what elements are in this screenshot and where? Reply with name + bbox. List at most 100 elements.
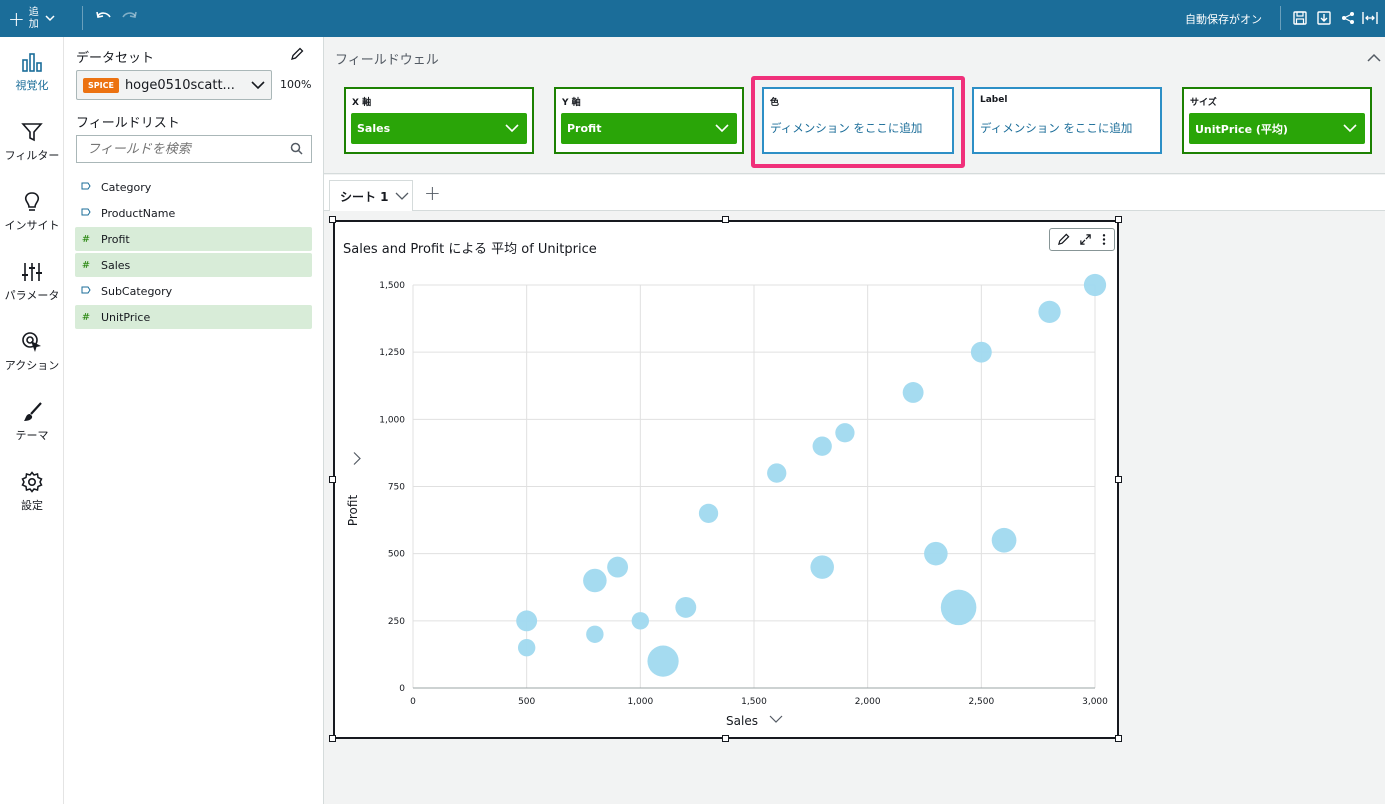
resize-handle[interactable] <box>722 735 729 742</box>
x-axis-well[interactable]: X 軸 Sales <box>344 87 534 154</box>
well-field-pill[interactable]: UnitPrice (平均) <box>1189 113 1365 144</box>
field-item-unitprice[interactable]: # UnitPrice <box>75 305 312 329</box>
y-axis-chevron-icon <box>353 452 361 465</box>
size-well[interactable]: サイズ UnitPrice (平均) <box>1182 87 1372 154</box>
y-tick-label: 1,500 <box>379 281 405 291</box>
label-well[interactable]: Label ディメンション をここに追加 <box>972 87 1162 154</box>
dimension-icon <box>81 286 91 297</box>
share-icon[interactable] <box>1339 9 1357 27</box>
resize-handle[interactable] <box>1115 476 1122 483</box>
toolbar-divider <box>1280 6 1281 30</box>
dataset-select[interactable]: SPICE hoge0510scatt... <box>76 70 272 100</box>
resize-handle[interactable] <box>329 216 336 223</box>
x-tick-label: 1,500 <box>741 697 767 707</box>
y-axis-title: Profit <box>346 495 360 527</box>
redo-icon[interactable] <box>121 10 137 28</box>
field-wells-title: フィールドウェル <box>335 53 439 68</box>
add-button[interactable]: + 追加 <box>8 4 55 34</box>
scatter-point <box>1083 273 1107 297</box>
scatter-point <box>810 555 834 579</box>
x-axis-title: Sales <box>726 714 758 728</box>
x-tick-label: 500 <box>518 697 535 707</box>
y-tick-label: 250 <box>388 617 405 627</box>
rail-item-parameters[interactable]: パラメータ <box>0 261 64 303</box>
rail-item-themes[interactable]: テーマ <box>0 401 64 443</box>
x-tick-label: 3,000 <box>1082 697 1108 707</box>
visualize-icon <box>22 53 42 72</box>
y-tick-label: 500 <box>388 550 405 560</box>
resize-handle[interactable] <box>1115 216 1122 223</box>
measure-hash-icon: # <box>81 311 91 323</box>
undo-icon[interactable] <box>96 10 112 28</box>
pencil-icon[interactable] <box>290 47 304 61</box>
field-item-sales[interactable]: # Sales <box>75 253 312 277</box>
rail-label: テーマ <box>15 429 49 442</box>
sliders-icon <box>22 263 42 281</box>
well-field-name: UnitPrice (平均) <box>1195 122 1288 136</box>
brush-icon <box>24 402 42 421</box>
y-axis-well[interactable]: Y 軸 Profit <box>554 87 744 154</box>
x-tick-label: 0 <box>410 697 416 707</box>
scatter-chart: 0 500 1,000 1,500 2,000 2,500 3,000 0 250 500 750 1… <box>346 273 1108 728</box>
plus-icon: + <box>8 7 25 31</box>
chevron-up-icon[interactable] <box>1367 53 1381 63</box>
scatter-point <box>647 645 679 677</box>
scatter-point <box>902 382 924 403</box>
well-field-pill[interactable]: Profit <box>561 113 737 144</box>
scatter-point <box>516 610 538 632</box>
field-name: Profit <box>101 232 130 246</box>
field-item-subcategory[interactable]: SubCategory <box>75 279 312 303</box>
resize-handle[interactable] <box>1115 735 1122 742</box>
action-cursor-icon <box>22 332 41 352</box>
well-label: Y 軸 <box>562 98 581 108</box>
tab-sheet-1[interactable]: シート 1 <box>329 180 413 211</box>
dataset-percent: 100% <box>280 78 312 91</box>
gear-icon <box>21 471 43 493</box>
scatter-point <box>607 556 629 578</box>
rail-item-settings[interactable]: 設定 <box>0 471 64 513</box>
rail-item-insights[interactable]: インサイト <box>0 191 64 233</box>
top-toolbar: + 追加 自動保存がオン <box>0 0 1385 37</box>
sheet-tab-bar: シート 1 + <box>324 175 1385 211</box>
dataset-title: データセット <box>76 51 155 66</box>
resize-handle[interactable] <box>722 216 729 223</box>
scatter-visual[interactable]: Sales and Profit による 平均 of Unitprice 0 50… <box>333 220 1119 739</box>
autosave-status: 自動保存がオン <box>1185 13 1262 26</box>
x-axis-chevron-icon <box>769 715 783 723</box>
field-item-productname[interactable]: ProductName <box>75 201 312 225</box>
x-tick-label: 2,500 <box>968 697 994 707</box>
add-label: 追加 <box>28 7 39 30</box>
field-name: Category <box>101 180 152 194</box>
rail-label: 設定 <box>21 499 43 512</box>
rail-item-actions[interactable]: アクション <box>0 331 64 373</box>
search-icon <box>290 142 303 155</box>
rail-label: アクション <box>4 359 60 372</box>
download-icon[interactable] <box>1315 9 1333 27</box>
add-sheet-icon[interactable]: + <box>424 181 441 205</box>
well-field-pill[interactable]: Sales <box>351 113 527 144</box>
field-name: Sales <box>101 258 131 272</box>
chevron-down-icon <box>505 124 519 133</box>
field-item-profit[interactable]: # Profit <box>75 227 312 251</box>
tab-label: シート 1 <box>340 189 389 204</box>
dataset-name: hoge0510scatt... <box>124 77 235 93</box>
resize-handle[interactable] <box>329 735 336 742</box>
save-icon[interactable] <box>1291 9 1309 27</box>
chevron-down-icon <box>251 81 265 90</box>
rail-label: 視覚化 <box>15 79 49 92</box>
field-search-input[interactable] <box>76 135 312 163</box>
lightbulb-icon <box>24 192 40 211</box>
resize-handle[interactable] <box>329 476 336 483</box>
scatter-point <box>675 596 697 618</box>
rail-label: フィルター <box>4 149 60 162</box>
scatter-point <box>835 423 855 443</box>
toolbar-divider <box>82 6 83 30</box>
rail-item-visualize[interactable]: 視覚化 <box>0 51 64 93</box>
field-list-title: フィールドリスト <box>76 116 180 131</box>
rail-item-filter[interactable]: フィルター <box>0 121 64 163</box>
field-item-category[interactable]: Category <box>75 175 312 199</box>
chevron-down-icon[interactable] <box>395 191 409 201</box>
fit-width-icon[interactable] <box>1361 9 1379 27</box>
data-panel: データセット SPICE hoge0510scatt... 100% フィールド… <box>64 37 324 804</box>
scatter-point <box>767 463 787 483</box>
